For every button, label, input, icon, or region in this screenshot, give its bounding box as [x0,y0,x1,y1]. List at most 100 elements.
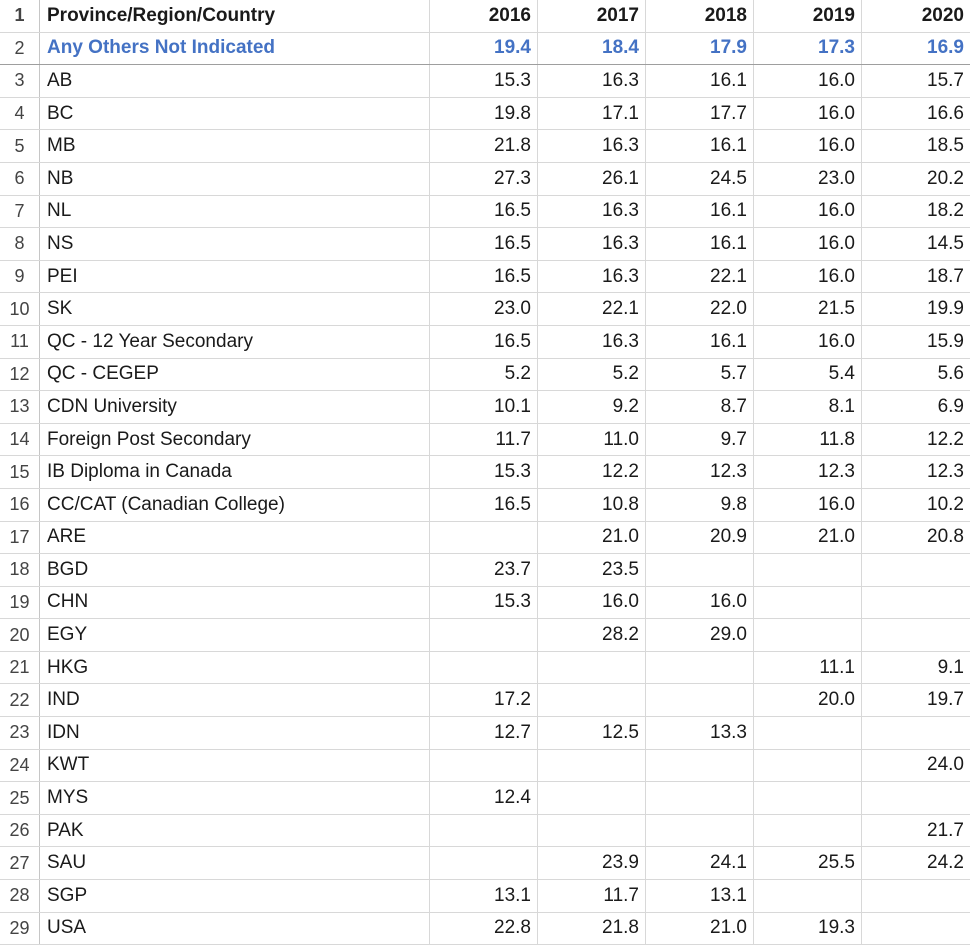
value-cell[interactable]: 15.7 [862,65,970,97]
row-number[interactable]: 13 [0,391,40,423]
row-label-cell[interactable]: AB [40,65,430,97]
value-cell[interactable]: 16.5 [430,260,538,293]
value-cell[interactable] [754,782,862,814]
value-cell[interactable]: 20.9 [646,521,754,554]
row-number[interactable]: 23 [0,717,40,749]
row-label-cell[interactable]: IND [40,684,430,717]
value-cell[interactable] [754,749,862,782]
value-cell[interactable]: 22.1 [538,293,646,325]
row-label-cell[interactable]: PEI [40,260,430,293]
value-cell[interactable] [430,847,538,880]
value-cell[interactable]: 15.3 [430,65,538,97]
value-cell[interactable] [862,619,970,651]
value-cell[interactable]: 16.3 [538,195,646,228]
value-cell[interactable]: 12.5 [538,717,646,749]
value-cell[interactable]: 12.2 [862,424,970,456]
value-cell[interactable]: 19.4 [430,32,538,65]
value-cell[interactable]: 16.3 [538,325,646,358]
value-cell[interactable]: 17.7 [646,97,754,130]
value-cell[interactable]: 19.3 [754,912,862,945]
value-cell[interactable]: 5.2 [430,358,538,391]
value-cell[interactable] [646,749,754,782]
column-header-year[interactable]: 2019 [754,0,862,32]
row-number[interactable]: 4 [0,97,40,130]
value-cell[interactable]: 12.2 [538,456,646,488]
row-number[interactable]: 1 [0,0,40,32]
value-cell[interactable]: 16.0 [754,228,862,260]
value-cell[interactable]: 16.1 [646,130,754,162]
value-cell[interactable]: 27.3 [430,162,538,195]
value-cell[interactable] [754,717,862,749]
value-cell[interactable]: 19.7 [862,684,970,716]
value-cell[interactable] [538,782,646,814]
row-number[interactable]: 2 [0,32,40,65]
value-cell[interactable] [646,814,754,847]
row-number[interactable]: 8 [0,228,40,260]
row-number[interactable]: 12 [0,358,40,391]
row-label-cell[interactable]: PAK [40,814,430,847]
value-cell[interactable]: 16.3 [538,228,646,260]
row-label-cell[interactable]: HKG [40,651,430,684]
value-cell[interactable]: 17.9 [646,32,754,65]
value-cell[interactable] [430,814,538,847]
row-label-cell[interactable]: IB Diploma in Canada [40,456,430,488]
value-cell[interactable]: 5.7 [646,358,754,391]
value-cell[interactable]: 21.8 [538,912,646,945]
value-cell[interactable]: 5.6 [862,359,970,391]
value-cell[interactable]: 16.1 [646,325,754,358]
value-cell[interactable]: 22.1 [646,260,754,293]
row-number[interactable]: 24 [0,749,40,782]
value-cell[interactable]: 15.3 [430,586,538,619]
value-cell[interactable]: 17.1 [538,97,646,130]
value-cell[interactable] [862,587,970,619]
value-cell[interactable]: 16.0 [754,97,862,130]
value-cell[interactable] [430,619,538,651]
value-cell[interactable]: 16.0 [754,130,862,162]
value-cell[interactable]: 23.7 [430,554,538,586]
value-cell[interactable] [646,554,754,586]
row-label-cell[interactable]: NS [40,228,430,260]
value-cell[interactable] [862,880,970,912]
value-cell[interactable]: 24.1 [646,847,754,880]
value-cell[interactable]: 16.1 [646,195,754,228]
row-number[interactable]: 21 [0,651,40,684]
value-cell[interactable]: 11.0 [538,423,646,456]
column-header-year[interactable]: 2017 [538,0,646,32]
value-cell[interactable]: 21.0 [538,521,646,554]
value-cell[interactable]: 16.5 [430,488,538,521]
value-cell[interactable]: 24.5 [646,162,754,195]
row-number[interactable]: 17 [0,521,40,554]
value-cell[interactable]: 23.0 [430,293,538,325]
value-cell[interactable]: 13.1 [430,880,538,912]
row-label-cell[interactable]: MYS [40,782,430,814]
row-label-cell[interactable]: BC [40,97,430,130]
row-label-cell[interactable]: SGP [40,880,430,912]
row-number[interactable]: 26 [0,814,40,847]
value-cell[interactable]: 11.7 [538,880,646,912]
row-label-cell[interactable]: QC - CEGEP [40,358,430,391]
value-cell[interactable]: 13.1 [646,880,754,912]
column-header-year[interactable]: 2018 [646,0,754,32]
value-cell[interactable]: 16.0 [754,260,862,293]
value-cell[interactable]: 10.8 [538,488,646,521]
value-cell[interactable]: 14.5 [862,228,970,260]
value-cell[interactable]: 12.7 [430,717,538,749]
value-cell[interactable] [754,619,862,651]
value-cell[interactable]: 25.5 [754,847,862,880]
row-number[interactable]: 22 [0,684,40,717]
value-cell[interactable]: 16.0 [754,488,862,521]
row-label-cell[interactable]: USA [40,912,430,945]
value-cell[interactable]: 8.7 [646,391,754,423]
value-cell[interactable]: 18.7 [862,261,970,293]
value-cell[interactable]: 16.5 [430,228,538,260]
value-cell[interactable]: 16.0 [646,586,754,619]
value-cell[interactable]: 10.1 [430,391,538,423]
value-cell[interactable] [646,782,754,814]
row-number[interactable]: 18 [0,554,40,586]
value-cell[interactable]: 21.5 [754,293,862,325]
value-cell[interactable] [754,880,862,912]
row-label-cell[interactable]: IDN [40,717,430,749]
value-cell[interactable]: 18.2 [862,196,970,228]
value-cell[interactable]: 22.0 [646,293,754,325]
value-cell[interactable]: 9.1 [862,652,970,684]
